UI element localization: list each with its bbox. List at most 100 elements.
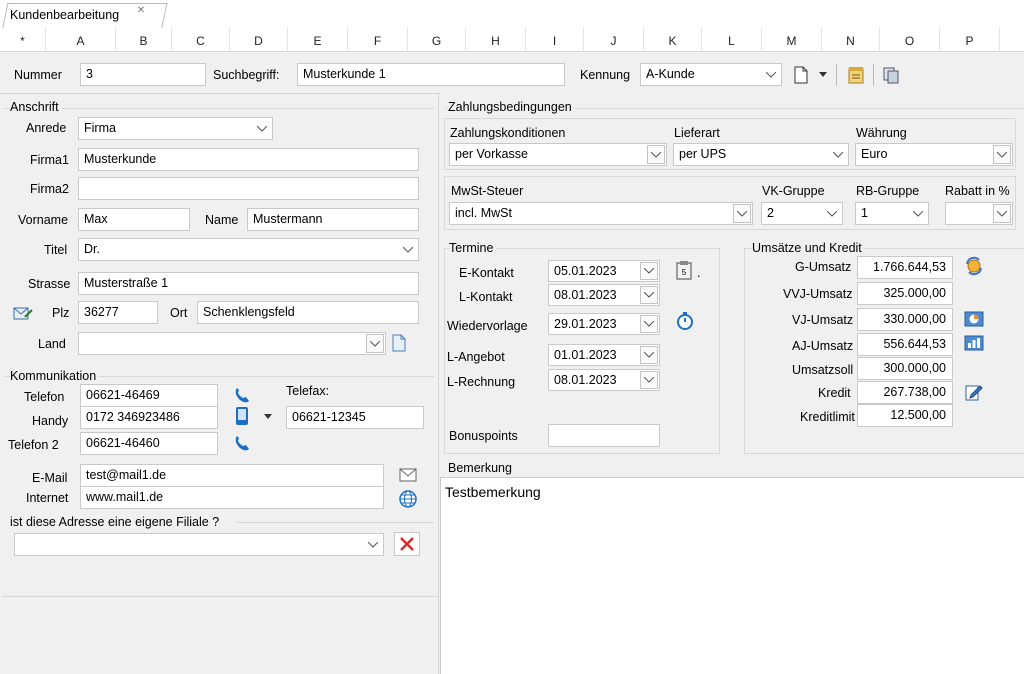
titel-select[interactable]: Dr. xyxy=(78,238,419,261)
chevron-down-icon[interactable] xyxy=(823,204,841,223)
close-icon[interactable] xyxy=(394,532,420,556)
umsatzsoll-label: Umsatzsoll xyxy=(792,363,854,377)
column-header[interactable]: D xyxy=(230,28,288,52)
column-header[interactable]: J xyxy=(584,28,644,52)
new-document-icon[interactable] xyxy=(792,64,810,86)
suchbegriff-field[interactable]: Musterkunde 1 xyxy=(297,63,565,86)
vj-umsatz-field[interactable]: 330.000,00 xyxy=(857,308,953,331)
chevron-down-icon[interactable] xyxy=(993,204,1011,223)
chevron-down-icon[interactable] xyxy=(640,346,658,364)
wiedervorlage-date[interactable]: 29.01.2023 xyxy=(548,313,660,335)
vk-gruppe-select[interactable]: 2 xyxy=(761,202,843,225)
tab-close-icon[interactable]: ✕ xyxy=(135,5,147,17)
rb-gruppe-select[interactable]: 1 xyxy=(855,202,929,225)
column-header[interactable]: K xyxy=(644,28,702,52)
column-header[interactable]: * xyxy=(0,28,46,52)
document-icon[interactable] xyxy=(389,332,409,354)
mwst-select[interactable]: incl. MwSt xyxy=(449,202,753,225)
firma1-field[interactable]: Musterkunde xyxy=(78,148,419,171)
chevron-down-icon[interactable] xyxy=(640,286,658,304)
phone-icon[interactable] xyxy=(230,384,254,406)
column-header[interactable]: F xyxy=(348,28,408,52)
nummer-field[interactable]: 3 xyxy=(80,63,206,86)
chevron-down-icon[interactable] xyxy=(829,145,847,164)
vvj-umsatz-field[interactable]: 325.000,00 xyxy=(857,282,953,305)
chevron-down-icon[interactable] xyxy=(253,119,271,138)
chevron-down-icon[interactable] xyxy=(640,315,658,333)
envelope-icon[interactable] xyxy=(396,465,420,485)
chevron-down-icon[interactable] xyxy=(640,371,658,389)
kredit-field[interactable]: 267.738,00 xyxy=(857,381,953,404)
plz-field[interactable]: 36277 xyxy=(78,301,158,324)
column-header[interactable]: P xyxy=(940,28,1000,52)
edit-icon[interactable] xyxy=(962,381,986,403)
langebot-date[interactable]: 01.01.2023 xyxy=(548,344,660,366)
phone-icon[interactable] xyxy=(230,432,254,454)
chevron-down-icon[interactable] xyxy=(640,262,658,280)
refresh-coins-icon[interactable] xyxy=(962,254,986,278)
mobile-phone-icon[interactable] xyxy=(232,404,252,428)
vorname-field[interactable]: Max xyxy=(78,208,190,231)
waehrung-select[interactable]: Euro xyxy=(855,143,1013,166)
globe-icon[interactable] xyxy=(396,488,420,510)
telefax-field[interactable]: 06621-12345 xyxy=(286,406,424,429)
kennung-select[interactable]: A-Kunde xyxy=(640,63,782,86)
firma2-field[interactable] xyxy=(78,177,419,200)
chevron-down-icon[interactable] xyxy=(762,65,780,84)
column-header[interactable]: G xyxy=(408,28,466,52)
email-field[interactable]: test@mail1.de xyxy=(80,464,384,487)
column-header[interactable]: C xyxy=(172,28,230,52)
anrede-select[interactable]: Firma xyxy=(78,117,273,140)
ekontakt-date[interactable]: 05.01.2023 xyxy=(548,260,660,282)
column-header[interactable]: L xyxy=(702,28,762,52)
column-header[interactable]: M xyxy=(762,28,822,52)
dropdown-arrow-icon[interactable] xyxy=(262,410,274,422)
column-header[interactable]: H xyxy=(466,28,526,52)
column-header[interactable]: A xyxy=(46,28,116,52)
lieferart-select[interactable]: per UPS xyxy=(673,143,849,166)
telefon2-field[interactable]: 06621-46460 xyxy=(80,432,218,455)
strasse-field[interactable]: Musterstraße 1 xyxy=(78,272,419,295)
column-header[interactable]: B xyxy=(116,28,172,52)
dropdown-arrow-icon[interactable] xyxy=(817,68,829,80)
chevron-down-icon[interactable] xyxy=(993,145,1011,164)
ekontakt-dot: . xyxy=(697,266,701,280)
konditionen-select[interactable]: per Vorkasse xyxy=(449,143,667,166)
chevron-down-icon[interactable] xyxy=(647,145,665,164)
chevron-down-icon[interactable] xyxy=(364,535,382,554)
bar-chart-icon[interactable] xyxy=(962,332,986,354)
rabatt-select[interactable] xyxy=(945,202,1013,225)
ort-field[interactable]: Schenklengsfeld xyxy=(197,301,419,324)
bonuspoints-field[interactable] xyxy=(548,424,660,447)
bemerkung-textarea[interactable]: Testbemerkung xyxy=(440,477,1024,674)
copy-icon[interactable] xyxy=(880,64,902,86)
kreditlimit-field[interactable]: 12.500,00 xyxy=(857,404,953,427)
name-field[interactable]: Mustermann xyxy=(247,208,419,231)
pie-chart-icon[interactable] xyxy=(962,308,986,330)
g-umsatz-field[interactable]: 1.766.644,53 xyxy=(857,256,953,279)
mail-route-icon[interactable] xyxy=(12,303,34,323)
notes-icon[interactable] xyxy=(845,64,867,86)
handy-field[interactable]: 0172 346923486 xyxy=(80,406,218,429)
vk-gruppe-label: VK-Gruppe xyxy=(762,184,825,198)
chevron-down-icon[interactable] xyxy=(733,204,751,223)
stopwatch-icon[interactable] xyxy=(674,310,696,332)
column-header[interactable]: N xyxy=(822,28,880,52)
column-header[interactable]: I xyxy=(526,28,584,52)
umsatzsoll-field[interactable]: 300.000,00 xyxy=(857,357,953,380)
chevron-down-icon[interactable] xyxy=(909,204,927,223)
chevron-down-icon[interactable] xyxy=(399,240,417,259)
filiale-select[interactable] xyxy=(14,533,384,556)
chevron-down-icon[interactable] xyxy=(366,334,384,353)
telefon-field[interactable]: 06621-46469 xyxy=(80,384,218,407)
lrechnung-date[interactable]: 08.01.2023 xyxy=(548,369,660,391)
calendar-icon[interactable]: 5 xyxy=(672,258,696,282)
kreditlimit-label: Kreditlimit xyxy=(800,410,855,424)
column-header[interactable]: E xyxy=(288,28,348,52)
aj-umsatz-field[interactable]: 556.644,53 xyxy=(857,333,953,356)
column-header[interactable]: O xyxy=(880,28,940,52)
land-select[interactable] xyxy=(78,332,386,355)
lkontakt-date[interactable]: 08.01.2023 xyxy=(548,284,660,306)
konditionen-label: Zahlungskonditionen xyxy=(450,126,566,140)
internet-field[interactable]: www.mail1.de xyxy=(80,486,384,509)
